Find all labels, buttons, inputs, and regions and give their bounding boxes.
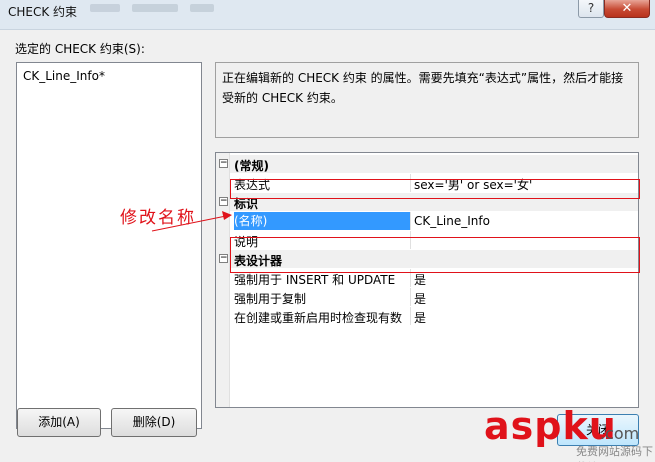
constraint-list-label: 选定的 CHECK 约束(S): [15, 42, 145, 56]
title-bar-background [90, 4, 230, 16]
property-name: 强制用于复制 [234, 292, 307, 306]
description-panel: 正在编辑新的 CHECK 约束 的属性。需要先填充“表达式”属性，然后才能接受新… [215, 62, 639, 138]
grid-margin [216, 153, 230, 407]
category-general[interactable]: − (常规) [219, 155, 638, 173]
collapse-icon[interactable]: − [219, 159, 228, 168]
column-divider [410, 288, 411, 306]
collapse-icon[interactable]: − [219, 197, 228, 206]
name-highlight-box [230, 179, 640, 199]
watermark-suffix: .com [600, 424, 640, 443]
help-button[interactable]: ? [578, 0, 604, 18]
constraint-list[interactable]: CK_Line_Info* [16, 62, 202, 429]
property-value[interactable]: 是 [414, 290, 426, 307]
watermark-tagline: 免费网站源码下载站! [576, 445, 653, 462]
list-item[interactable]: CK_Line_Info* [23, 69, 105, 83]
property-value[interactable]: CK_Line_Info [414, 214, 490, 228]
add-button[interactable]: 添加(A) [17, 408, 101, 437]
property-name: 在创建或重新启用时检查现有数 [234, 311, 403, 325]
designer-highlight-box [230, 237, 640, 273]
column-divider [410, 212, 411, 230]
collapse-icon[interactable]: − [219, 254, 228, 263]
rename-annotation: 修改名称 [120, 208, 196, 228]
property-row-check-existing[interactable]: 在创建或重新启用时检查现有数 是 [230, 307, 638, 326]
property-name: (名称) [234, 212, 410, 230]
property-row-name[interactable]: (名称) CK_Line_Info [230, 212, 638, 230]
category-label: (常规) [234, 159, 269, 173]
window-close-button[interactable]: ✕ [604, 0, 650, 18]
property-value[interactable]: 是 [414, 271, 426, 288]
property-name: 强制用于 INSERT 和 UPDATE [234, 273, 396, 287]
delete-button[interactable]: 删除(D) [111, 408, 197, 437]
title-bar: CHECK 约束 ? ✕ [0, 0, 655, 30]
watermark-brand: aspku [484, 404, 617, 448]
property-value[interactable]: 是 [414, 309, 426, 326]
column-divider [410, 307, 411, 325]
window-title: CHECK 约束 [8, 5, 78, 19]
property-row-enforce-replication[interactable]: 强制用于复制 是 [230, 288, 638, 307]
